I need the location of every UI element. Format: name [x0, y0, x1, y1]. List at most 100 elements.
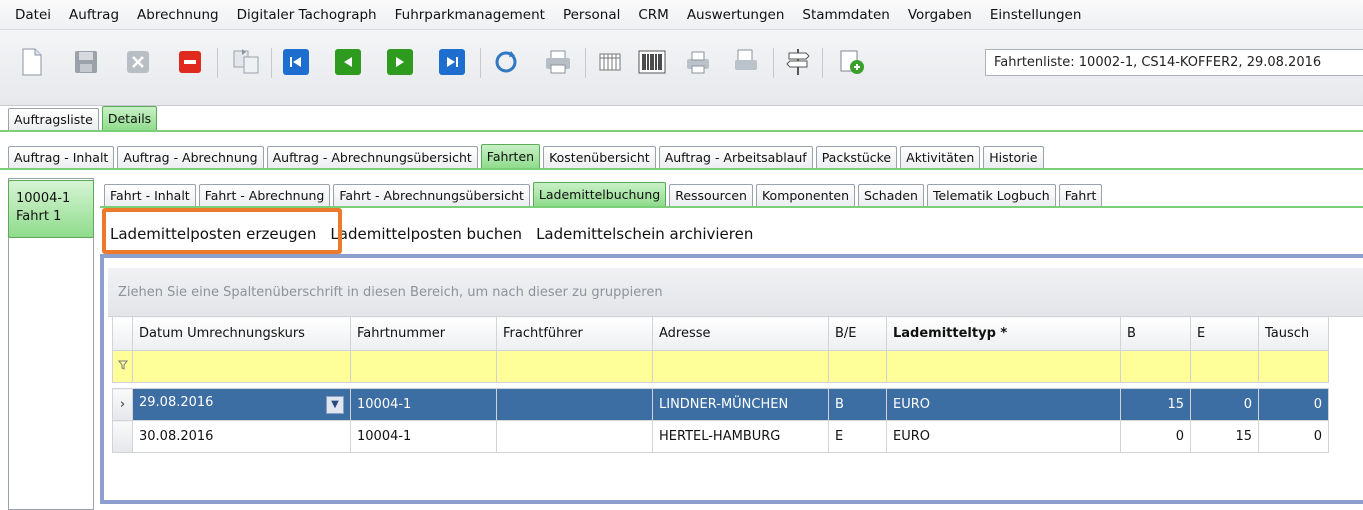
print-stack-icon[interactable] [684, 48, 712, 76]
column-header-tausch[interactable]: Tausch [1258, 316, 1329, 351]
print-icon[interactable] [544, 48, 572, 76]
tab-row-level1: Auftragsliste Details [8, 106, 160, 130]
filter-cell[interactable] [350, 350, 497, 383]
tab-ressourcen[interactable]: Ressourcen [669, 184, 753, 206]
lademittelschein-archivieren-link[interactable]: Lademittelschein archivieren [536, 225, 753, 243]
row-indicator-header [112, 316, 133, 351]
tab-auftrag-arbeitsablauf[interactable]: Auftrag - Arbeitsablauf [658, 146, 813, 168]
cell-frachtfuehrer[interactable] [496, 388, 653, 421]
column-header-e[interactable]: E [1190, 316, 1259, 351]
menu-einstellungen[interactable]: Einstellungen [981, 7, 1091, 23]
signpost-icon[interactable] [784, 48, 812, 76]
tab-schaden[interactable]: Schaden [858, 184, 924, 206]
tab-komponenten[interactable]: Komponenten [755, 184, 855, 206]
save-icon[interactable] [72, 48, 100, 76]
cell-be[interactable]: E [828, 420, 887, 453]
menu-fuhrparkmanagement[interactable]: Fuhrparkmanagement [386, 7, 554, 23]
column-header-lademitteltyp[interactable]: Lademitteltyp * [886, 316, 1121, 351]
lademittelposten-buchen-link[interactable]: Lademittelposten buchen [330, 225, 522, 243]
toolbar: Fahrtenliste: 10002-1, CS14-KOFFER2, 29.… [0, 30, 1363, 106]
cell-fahrtnummer[interactable]: 10004-1 [350, 420, 497, 453]
tab-kostenuebersicht[interactable]: Kostenübersicht [543, 146, 656, 168]
grid-header-row: Datum Umrechnungskurs Fahrtnummer Fracht… [112, 316, 1329, 351]
column-header-frachtfuehrer[interactable]: Frachtführer [496, 316, 653, 351]
refresh-icon[interactable] [492, 48, 520, 76]
cell-adresse[interactable]: LINDNER-MÜNCHEN [652, 388, 829, 421]
column-header-adresse[interactable]: Adresse [652, 316, 829, 351]
cell-tausch[interactable]: 0 [1258, 388, 1329, 421]
filter-cell[interactable] [1120, 350, 1191, 383]
cell-b[interactable]: 0 [1120, 420, 1191, 453]
copy-icon[interactable] [232, 48, 260, 76]
filter-cell[interactable] [652, 350, 829, 383]
tab-auftrag-abrechnung[interactable]: Auftrag - Abrechnung [117, 146, 264, 168]
tab-packstuecke[interactable]: Packstücke [815, 146, 898, 168]
row-indicator [112, 420, 133, 453]
filter-cell[interactable] [496, 350, 653, 383]
tab-telematik-logbuch[interactable]: Telematik Logbuch [926, 184, 1056, 206]
barcode-icon[interactable] [638, 48, 666, 76]
column-header-fahrtnummer[interactable]: Fahrtnummer [350, 316, 497, 351]
tab-lademittelbuchung[interactable]: Lademittelbuchung [532, 182, 667, 206]
tab-fahrt-inhalt[interactable]: Fahrt - Inhalt [104, 184, 196, 206]
tab-fahrten[interactable]: Fahrten [480, 144, 541, 168]
next-record-icon[interactable] [386, 48, 414, 76]
menu-digitaler-tachograph[interactable]: Digitaler Tachograph [228, 7, 386, 23]
column-header-datum[interactable]: Datum Umrechnungskurs [132, 316, 351, 351]
tab-aktivitaeten[interactable]: Aktivitäten [900, 146, 981, 168]
first-record-icon[interactable] [282, 48, 310, 76]
filter-cell[interactable] [828, 350, 887, 383]
menu-personal[interactable]: Personal [554, 7, 629, 23]
tab-fahrt-more[interactable]: Fahrt [1058, 184, 1103, 206]
filter-cell[interactable] [1258, 350, 1329, 383]
new-document-icon[interactable] [18, 48, 46, 76]
print-document-icon[interactable] [732, 48, 760, 76]
filter-cell[interactable] [1190, 350, 1259, 383]
trip-tab[interactable]: 10004-1 Fahrt 1 [8, 180, 94, 238]
cell-tausch[interactable]: 0 [1258, 420, 1329, 453]
table-row[interactable]: › 29.08.2016 ▼ 10004-1 LINDNER-MÜNCHEN B … [112, 388, 1329, 421]
filter-cell[interactable] [132, 350, 351, 383]
column-header-be[interactable]: B/E [828, 316, 887, 351]
menu-stammdaten[interactable]: Stammdaten [793, 7, 898, 23]
previous-record-icon[interactable] [334, 48, 362, 76]
tab-details[interactable]: Details [101, 106, 158, 130]
filter-icon[interactable] [112, 350, 133, 383]
column-header-b[interactable]: B [1120, 316, 1191, 351]
menu-abrechnung[interactable]: Abrechnung [128, 7, 228, 23]
cell-e[interactable]: 15 [1190, 420, 1259, 453]
table-row[interactable]: 30.08.2016 10004-1 HERTEL-HAMBURG E EURO… [112, 420, 1329, 453]
menu-datei[interactable]: Datei [6, 7, 60, 23]
cell-datum[interactable]: 30.08.2016 [132, 420, 351, 453]
delete-icon[interactable] [176, 48, 204, 76]
menu-crm[interactable]: CRM [629, 7, 677, 23]
group-by-area[interactable]: Ziehen Sie eine Spaltenüberschrift in di… [108, 268, 1363, 317]
cell-frachtfuehrer[interactable] [496, 420, 653, 453]
tab-fahrt-abrechnungsuebersicht[interactable]: Fahrt - Abrechnungsübersicht [333, 184, 530, 206]
cell-be[interactable]: B [828, 388, 887, 421]
filter-cell[interactable] [886, 350, 1121, 383]
tab-historie[interactable]: Historie [983, 146, 1044, 168]
columns-icon[interactable] [596, 48, 624, 76]
cell-datum[interactable]: 29.08.2016 ▼ [132, 388, 351, 421]
cell-lademitteltyp[interactable]: EURO [886, 420, 1121, 453]
tab-fahrt-abrechnung[interactable]: Fahrt - Abrechnung [198, 184, 331, 206]
menu-auftrag[interactable]: Auftrag [60, 7, 128, 23]
export-icon[interactable] [838, 48, 866, 76]
cell-e[interactable]: 0 [1190, 388, 1259, 421]
last-record-icon[interactable] [438, 48, 466, 76]
context-field: Fahrtenliste: 10002-1, CS14-KOFFER2, 29.… [985, 49, 1363, 76]
cell-b[interactable]: 15 [1120, 388, 1191, 421]
menu-auswertungen[interactable]: Auswertungen [678, 7, 794, 23]
menu-vorgaben[interactable]: Vorgaben [899, 7, 981, 23]
cell-lademitteltyp[interactable]: EURO [886, 388, 1121, 421]
lademittel-grid: Datum Umrechnungskurs Fahrtnummer Fracht… [112, 316, 1329, 453]
cancel-icon[interactable] [124, 48, 152, 76]
cell-fahrtnummer[interactable]: 10004-1 [350, 388, 497, 421]
filter-row [112, 350, 1329, 383]
tab-auftrag-abrechnungsuebersicht[interactable]: Auftrag - Abrechnungsübersicht [266, 146, 478, 168]
chevron-down-icon[interactable]: ▼ [326, 396, 344, 414]
tab-auftragsliste[interactable]: Auftragsliste [8, 108, 99, 130]
tab-auftrag-inhalt[interactable]: Auftrag - Inhalt [8, 146, 115, 168]
cell-adresse[interactable]: HERTEL-HAMBURG [652, 420, 829, 453]
